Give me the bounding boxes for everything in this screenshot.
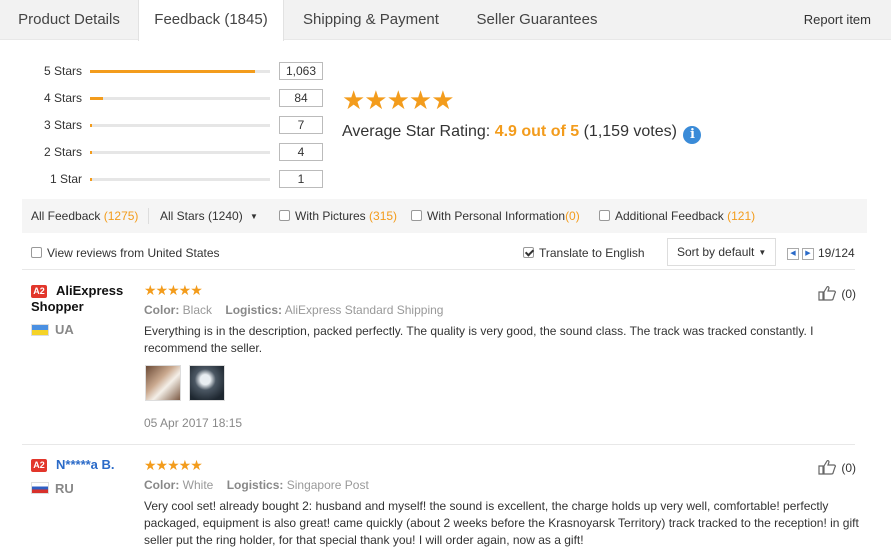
helpful-button[interactable]: (0) <box>818 459 856 476</box>
review-options-row: View reviews from United States Translat… <box>0 238 891 268</box>
review-date: 05 Apr 2017 18:15 <box>144 416 243 430</box>
logistics-value: AliExpress Standard Shipping <box>284 303 444 317</box>
filter-count: (315) <box>369 209 398 223</box>
histogram-count: 7 <box>279 116 323 134</box>
russia-flag-icon <box>31 482 49 494</box>
filter-label: Additional Feedback <box>615 209 724 223</box>
checkbox[interactable] <box>279 210 290 221</box>
histogram-bar-fill <box>90 70 256 73</box>
histogram-bar-fill <box>90 178 92 181</box>
average-rating-summary: Average Star Rating: 4.9 out of 5 (1,159… <box>342 121 702 144</box>
filter-count: (0) <box>565 209 580 223</box>
helpful-button[interactable]: (0) <box>818 285 856 302</box>
filter-label: With Personal Information <box>427 209 566 223</box>
review-text: Very cool set! already bought 2: husband… <box>144 499 859 547</box>
tab-seller-guarantees[interactable]: Seller Guarantees <box>458 0 616 40</box>
prev-page-icon[interactable]: ◀ <box>787 248 799 260</box>
filter-count: (121) <box>727 209 756 223</box>
checkbox-checked[interactable] <box>523 247 534 258</box>
logistics-label: Logistics: <box>225 303 283 317</box>
divider <box>22 444 855 445</box>
view-us-reviews-toggle[interactable]: View reviews from United States <box>31 238 220 268</box>
histogram-label: 2 Stars <box>43 145 82 159</box>
thumbs-up-icon <box>818 285 837 301</box>
report-item-link[interactable]: Report item <box>804 0 871 40</box>
histogram-bar-fill <box>90 151 92 154</box>
review-stars: ★★★★★ <box>144 457 203 473</box>
view-us-reviews-label: View reviews from United States <box>47 246 220 260</box>
tab-feedback[interactable]: Feedback (1845) <box>138 0 284 41</box>
logistics-value: Singapore Post <box>286 478 369 492</box>
filter-personal-information[interactable]: With Personal Information(0) <box>411 199 580 233</box>
tab-bar: Product Details Feedback (1845) Shipping… <box>0 0 891 41</box>
chevron-down-icon: ▼ <box>250 212 258 221</box>
tab-shipping-payment[interactable]: Shipping & Payment <box>284 0 458 40</box>
histogram-count: 4 <box>279 143 323 161</box>
divider <box>148 208 149 224</box>
next-page-icon[interactable]: ▶ <box>802 248 814 260</box>
histogram-bar-track <box>90 97 270 100</box>
info-icon[interactable]: i <box>683 126 702 144</box>
histogram-label: 5 Stars <box>43 64 82 78</box>
average-rating-label: Average Star Rating: <box>342 123 491 140</box>
histogram-label: 1 Star <box>49 172 82 186</box>
color-value: White <box>182 478 214 492</box>
histogram-label: 3 Stars <box>43 118 82 132</box>
helpful-count: (0) <box>841 461 857 475</box>
color-label: Color: <box>144 478 180 492</box>
histogram-count: 84 <box>279 89 323 107</box>
translate-toggle[interactable]: Translate to English <box>523 238 645 268</box>
histogram-bar-track <box>90 178 270 181</box>
checkbox[interactable] <box>411 210 422 221</box>
average-rating-votes: (1,159 votes) <box>583 123 677 140</box>
histogram-label: 4 Stars <box>43 91 82 105</box>
page-indicator: 19/124 <box>818 246 855 260</box>
filter-label: All Feedback <box>31 209 101 223</box>
divider <box>22 269 855 270</box>
filter-with-pictures[interactable]: With Pictures (315) <box>279 199 397 233</box>
histogram-bar-track <box>90 151 270 154</box>
reviewer-country: UA <box>55 322 74 337</box>
histogram-bar-fill <box>90 97 103 100</box>
reviewer-name: AliExpress Shopper <box>31 283 124 314</box>
sort-label: Sort by default <box>677 245 755 259</box>
histogram-bar-fill <box>90 124 92 127</box>
review-attributes: Color: Black Logistics: AliExpress Stand… <box>144 302 443 318</box>
review-stars: ★★★★★ <box>144 282 203 298</box>
filter-label: With Pictures <box>295 209 366 223</box>
review-photo-thumbnail[interactable] <box>145 365 181 401</box>
sort-dropdown[interactable]: Sort by default ▼ <box>667 238 776 266</box>
color-value: Black <box>182 303 213 317</box>
filter-count: (1275) <box>103 209 139 223</box>
feedback-filter-bar: All Feedback (1275) All Stars (1240) ▼ W… <box>22 199 867 233</box>
translate-label: Translate to English <box>539 246 645 260</box>
reviewer-name[interactable]: N*****a B. <box>31 457 141 473</box>
filter-additional-feedback[interactable]: Additional Feedback (121) <box>599 199 755 233</box>
average-rating-stars: ★★★★★ <box>342 85 455 115</box>
thumbs-up-icon <box>818 459 837 475</box>
histogram-bar-track <box>90 70 270 73</box>
filter-all-stars-dropdown[interactable]: All Stars (1240) ▼ <box>160 199 258 234</box>
tab-product-details[interactable]: Product Details <box>0 0 138 40</box>
color-label: Color: <box>144 303 180 317</box>
review-attributes: Color: White Logistics: Singapore Post <box>144 477 369 493</box>
review-text: Everything is in the description, packed… <box>144 324 814 355</box>
review-photo-thumbnail[interactable] <box>189 365 225 401</box>
checkbox[interactable] <box>599 210 610 221</box>
ukraine-flag-icon <box>31 324 49 336</box>
logistics-label: Logistics: <box>226 478 284 492</box>
average-rating-score: 4.9 out of 5 <box>494 123 580 140</box>
filter-all-feedback[interactable]: All Feedback (1275) <box>31 199 138 233</box>
helpful-count: (0) <box>841 287 857 301</box>
filter-label: All Stars (1240) <box>160 209 243 223</box>
reviewer-country: RU <box>55 481 74 496</box>
histogram-count: 1 <box>279 170 323 188</box>
histogram-count: 1,063 <box>279 62 323 80</box>
chevron-down-icon: ▼ <box>758 248 767 257</box>
histogram-bar-track <box>90 124 270 127</box>
checkbox[interactable] <box>31 247 42 258</box>
